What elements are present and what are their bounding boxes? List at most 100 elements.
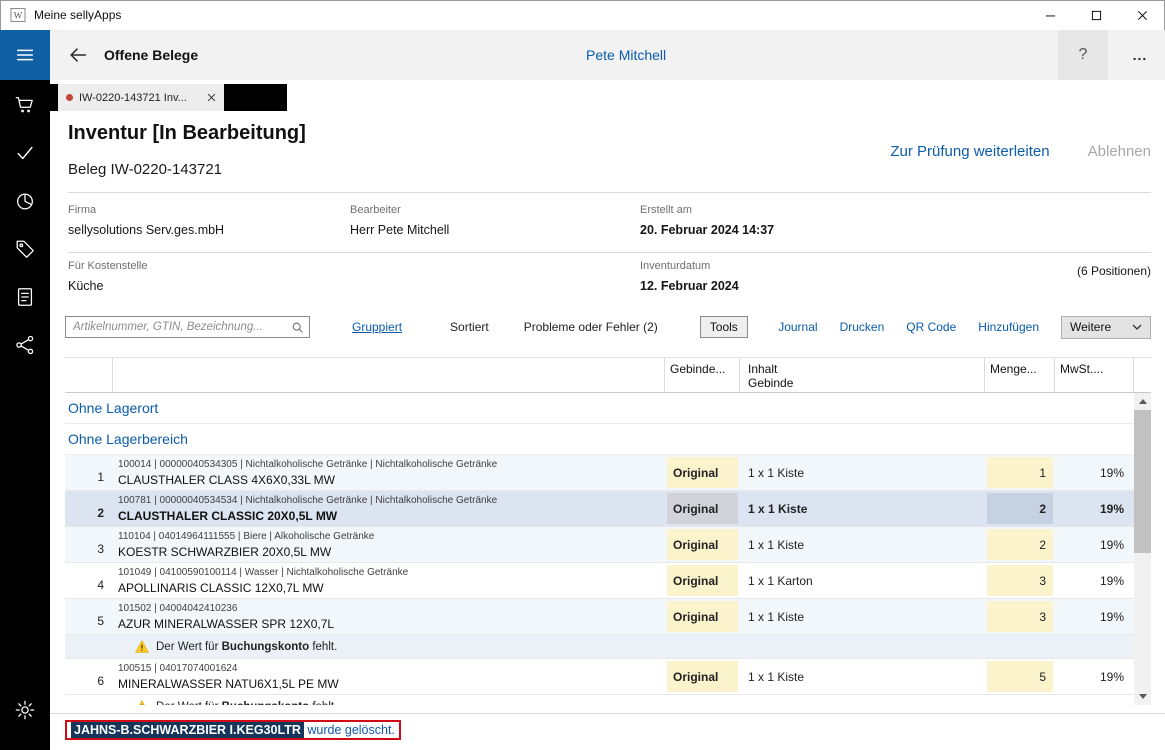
grouped-toggle[interactable]: Gruppiert	[352, 320, 402, 334]
header-menge[interactable]: Menge...	[985, 358, 1055, 392]
header-description-column[interactable]	[113, 358, 665, 392]
search-icon[interactable]	[291, 321, 304, 334]
sidebar-item-journal[interactable]	[0, 273, 50, 321]
weitere-dropdown[interactable]: Weitere	[1061, 316, 1151, 339]
sidebar-item-tasks[interactable]	[0, 129, 50, 177]
status-message: JAHNS-B.SCHWARZBIER I.KEG30LTR wurde gel…	[65, 720, 401, 740]
tab-close-icon[interactable]	[207, 93, 216, 102]
vertical-scrollbar[interactable]	[1134, 393, 1151, 705]
divider	[68, 252, 1151, 253]
scroll-up-button[interactable]	[1134, 393, 1151, 410]
gebinde-value[interactable]: Original	[667, 565, 738, 596]
menge-cell: 2	[985, 491, 1055, 526]
inhalt-cell: 1 x 1 Kiste	[740, 527, 985, 562]
submit-review-link[interactable]: Zur Prüfung weiterleiten	[890, 143, 1049, 160]
weitere-label: Weitere	[1070, 320, 1111, 334]
close-button[interactable]	[1119, 0, 1165, 30]
gebinde-value[interactable]: Original	[667, 661, 738, 692]
search-box	[65, 316, 310, 338]
more-options-button[interactable]: ...	[1115, 30, 1165, 80]
gear-icon	[14, 699, 36, 721]
table-row[interactable]: 6100515 | 04017074001624MINERALWASSER NA…	[65, 659, 1134, 695]
menge-value[interactable]: 2	[987, 529, 1053, 560]
main-area: Offene Belege Pete Mitchell ? ... IW-022…	[50, 30, 1165, 750]
minimize-button[interactable]	[1027, 0, 1073, 30]
header-number-column[interactable]	[65, 358, 113, 392]
gebinde-cell: Original	[665, 455, 740, 490]
mwst-cell: 19%	[1055, 659, 1134, 694]
page-title: Offene Belege	[104, 47, 198, 63]
gebinde-cell: Original	[665, 659, 740, 694]
warning-icon	[135, 640, 149, 653]
warning-text: Der Wert für Buchungskonto fehlt.	[156, 701, 337, 706]
reject-link[interactable]: Ablehnen	[1088, 143, 1151, 160]
back-button[interactable]	[60, 37, 96, 73]
document-tab[interactable]: IW-0220-143721 Inv...	[58, 84, 224, 111]
gebinde-cell: Original	[665, 563, 740, 598]
header-inhalt-gebinde[interactable]: Inhalt Gebinde	[740, 358, 985, 392]
inhalt-cell: 1 x 1 Kiste	[740, 491, 985, 526]
table-row[interactable]: 2100781 | 00000040534534 | Nichtalkoholi…	[65, 491, 1134, 527]
gebinde-value[interactable]: Original	[667, 457, 738, 488]
app-window: W Meine sellyApps	[0, 0, 1165, 750]
sidebar-item-network[interactable]	[0, 321, 50, 369]
gebinde-cell: Original	[665, 599, 740, 634]
app-icon: W	[10, 7, 26, 23]
gebinde-value[interactable]: Original	[667, 601, 738, 632]
scroll-down-button[interactable]	[1134, 688, 1151, 705]
menge-cell: 2	[985, 527, 1055, 562]
field-value: Herr Pete Mitchell	[350, 223, 449, 237]
maximize-button[interactable]	[1073, 0, 1119, 30]
group-row[interactable]: Ohne Lagerbereich	[65, 424, 1134, 455]
journal-book-icon	[14, 286, 36, 308]
row-name: AZUR MINERALWASSER SPR 12X0,7L	[118, 617, 665, 631]
problems-filter[interactable]: Probleme oder Fehler (2)	[524, 320, 658, 334]
table-row[interactable]: 1100014 | 00000040534305 | Nichtalkoholi…	[65, 455, 1134, 491]
row-meta: 100515 | 04017074001624	[118, 663, 665, 674]
search-input[interactable]	[66, 317, 309, 337]
header-mwst[interactable]: MwSt....	[1055, 358, 1134, 392]
menge-cell: 3	[985, 563, 1055, 598]
tools-button[interactable]: Tools	[700, 316, 748, 338]
sidebar-item-cart[interactable]	[0, 81, 50, 129]
row-name: CLAUSTHALER CLASS 4X6X0,33L MW	[118, 473, 665, 487]
menge-value[interactable]: 3	[987, 601, 1053, 632]
sidebar-item-articles[interactable]	[0, 225, 50, 273]
mwst-cell: 19%	[1055, 563, 1134, 598]
chevron-down-icon	[1132, 324, 1142, 330]
gebinde-value[interactable]: Original	[667, 529, 738, 560]
link-drucken[interactable]: Drucken	[840, 320, 885, 334]
row-meta: 110104 | 04014964111555 | Biere | Alkoho…	[118, 531, 665, 542]
settings-button[interactable]	[0, 686, 50, 734]
link-qr-code[interactable]: QR Code	[906, 320, 956, 334]
table-row[interactable]: 5101502 | 04004042410236AZUR MINERALWASS…	[65, 599, 1134, 635]
link-hinzufuegen[interactable]: Hinzufügen	[978, 320, 1039, 334]
menge-value[interactable]: 3	[987, 565, 1053, 596]
inhalt-cell: 1 x 1 Kiste	[740, 599, 985, 634]
sorted-toggle[interactable]: Sortiert	[450, 320, 489, 334]
scrollbar-thumb[interactable]	[1134, 410, 1151, 553]
gebinde-value[interactable]: Original	[667, 493, 738, 524]
menge-value[interactable]: 2	[987, 493, 1053, 524]
menge-value[interactable]: 1	[987, 457, 1053, 488]
sidebar-item-reports[interactable]	[0, 177, 50, 225]
inhalt-cell: 1 x 1 Karton	[740, 563, 985, 598]
menu-button[interactable]	[0, 30, 50, 80]
table-row[interactable]: 3110104 | 04014964111555 | Biere | Alkoh…	[65, 527, 1134, 563]
header-inhalt-line1: Inhalt	[748, 362, 979, 376]
table-row[interactable]: 4101049 | 04100590100114 | Wasser | Nich…	[65, 563, 1134, 599]
tab-strip: IW-0220-143721 Inv...	[50, 84, 287, 111]
menge-cell: 3	[985, 599, 1055, 634]
header-gebinde[interactable]: Gebinde...	[665, 358, 740, 392]
help-button[interactable]: ?	[1058, 30, 1108, 80]
menge-value[interactable]: 5	[987, 661, 1053, 692]
group-row[interactable]: Ohne Lagerort	[65, 393, 1134, 424]
header-inhalt-line2: Gebinde	[748, 376, 979, 390]
current-user[interactable]: Pete Mitchell	[586, 47, 666, 63]
list-toolbar: Gruppiert Sortiert Probleme oder Fehler …	[65, 315, 1151, 339]
link-journal[interactable]: Journal	[778, 320, 817, 334]
share-network-icon	[14, 334, 36, 356]
warning-text: Der Wert für Buchungskonto fehlt.	[156, 641, 337, 653]
inhalt-cell: 1 x 1 Kiste	[740, 455, 985, 490]
positions-count: (6 Positionen)	[1077, 264, 1151, 278]
